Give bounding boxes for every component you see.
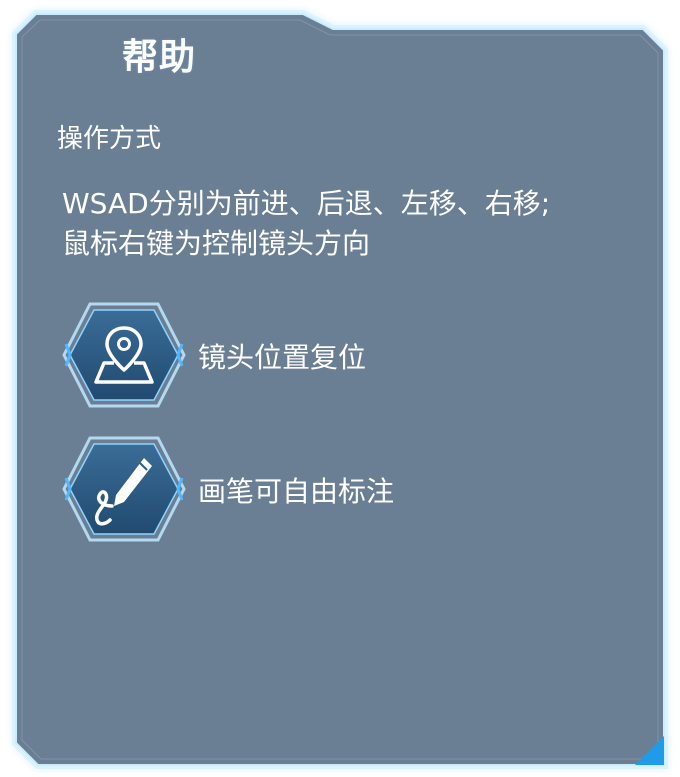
instruction-line-1: WSAD分别为前进、后退、左移、右移; — [62, 187, 551, 220]
instruction-line-2: 鼠标右键为控制镜头方向 — [62, 227, 371, 260]
help-panel: 帮助 操作方式 WSAD分别为前进、后退、左移、右移; 鼠标右键为控制镜头方向 … — [0, 0, 680, 777]
pen-icon — [62, 436, 186, 542]
reset-camera-button[interactable]: 镜头位置复位 — [62, 302, 482, 408]
reset-camera-label: 镜头位置复位 — [198, 341, 367, 374]
section-heading: 操作方式 — [57, 124, 162, 154]
pen-annotation-label: 画笔可自由标注 — [198, 475, 395, 508]
panel-title: 帮助 — [122, 37, 197, 78]
pen-annotation-button[interactable]: 画笔可自由标注 — [62, 436, 482, 542]
map-pin-icon — [62, 302, 186, 408]
